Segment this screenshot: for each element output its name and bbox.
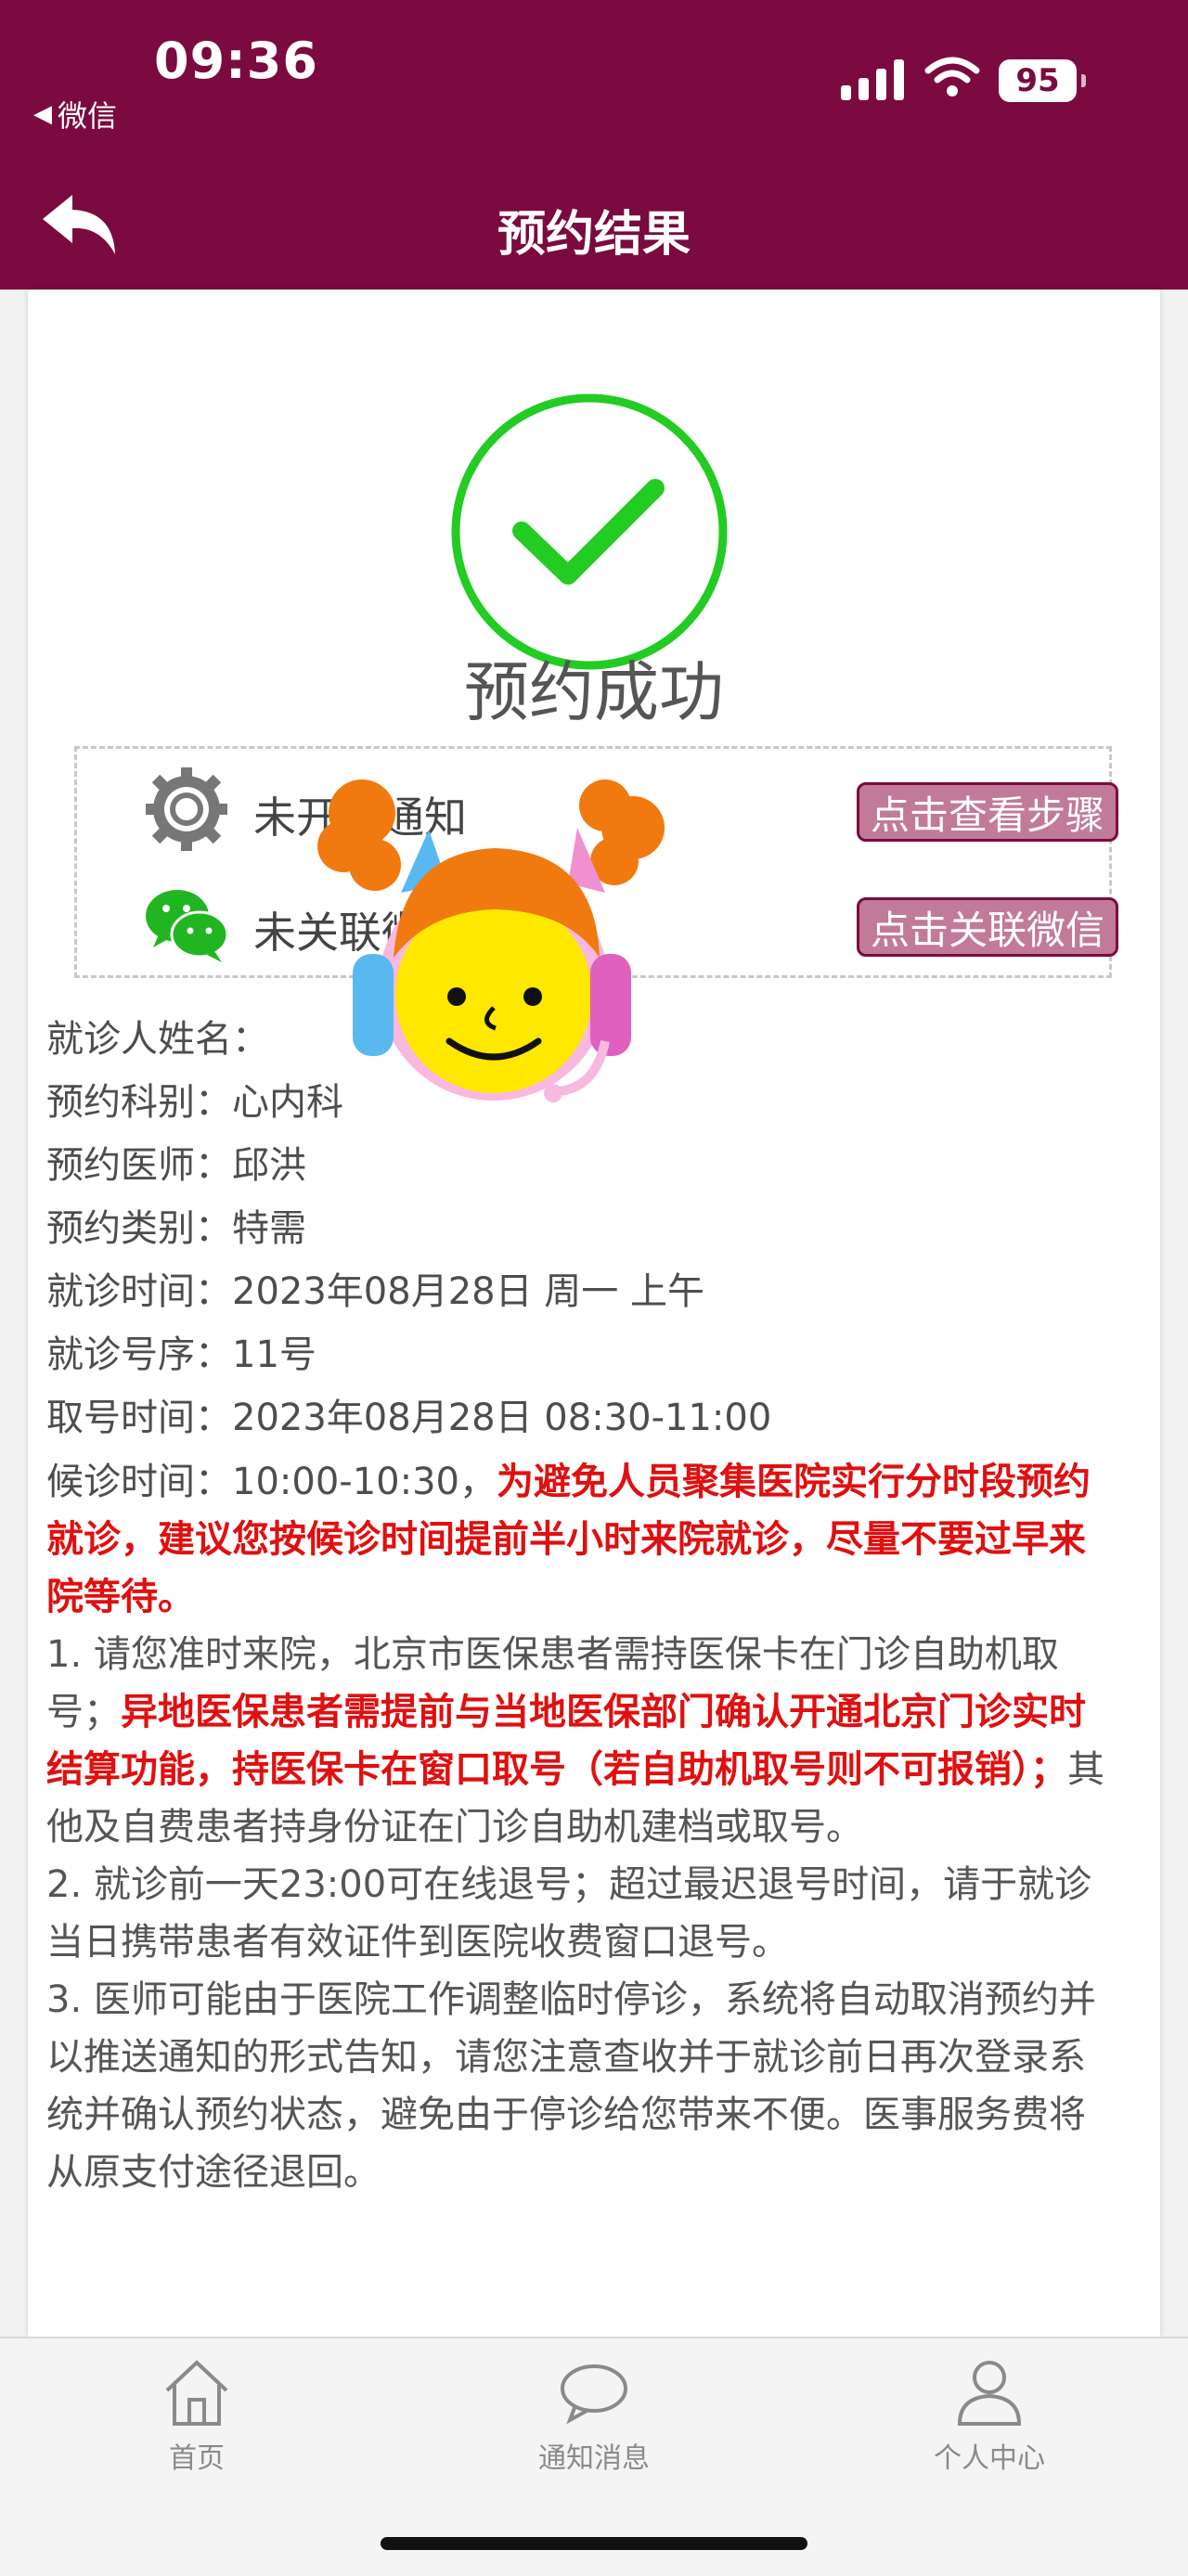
- info-value: 2023年08月28日 08:30-11:00: [232, 1397, 772, 1439]
- appointment-notes: 1. 请您准时来院，北京市医保患者需持医保卡在门诊自助机取号；异地医保患者需提前…: [46, 1626, 1104, 2201]
- gear-icon: [146, 767, 227, 851]
- home-icon: [165, 2360, 228, 2426]
- info-row-doctor: 预约医师：邱洪: [46, 1134, 1104, 1197]
- tab-messages[interactable]: 通知消息: [483, 2357, 705, 2476]
- info-value: 特需: [232, 1207, 306, 1250]
- info-row-wait-time: 候诊时间：10:00-10:30，为避免人员聚集医院实行分时段预约就诊，建议您按…: [46, 1449, 1104, 1626]
- info-label: 预约医师：: [46, 1144, 232, 1187]
- info-label: 候诊时间：: [46, 1461, 232, 1503]
- success-title: 预约成功: [464, 654, 724, 730]
- battery-indicator: 95: [999, 59, 1086, 102]
- info-label: 就诊号序：: [46, 1333, 232, 1376]
- cellular-signal-icon: [841, 59, 904, 100]
- success-check-icon: [451, 393, 728, 670]
- mascot-sticker-icon: [317, 779, 665, 1102]
- info-value: 邱洪: [232, 1144, 306, 1187]
- info-row-visit-time: 就诊时间：2023年08月28日 周一 上午: [46, 1260, 1104, 1323]
- note-item-3: 3. 医师可能由于医院工作调整临时停诊，系统将自动取消预约并以推送通知的形式告知…: [46, 1978, 1096, 2194]
- info-label: 就诊时间：: [46, 1270, 232, 1313]
- home-indicator: [381, 2537, 807, 2550]
- info-value: 10:00-10:30，: [232, 1461, 497, 1503]
- user-icon: [957, 2361, 1022, 2426]
- view-steps-button[interactable]: 点击查看步骤: [857, 782, 1118, 842]
- wechat-icon: [146, 890, 229, 962]
- info-label: 取号时间：: [46, 1397, 232, 1439]
- info-label: 预约类别：: [46, 1207, 232, 1250]
- note-item-1: 1. 请您准时来院，北京市医保患者需持医保卡在门诊自助机取号；异地医保患者需提前…: [46, 1626, 1104, 1856]
- link-wechat-button[interactable]: 点击关联微信: [857, 897, 1118, 957]
- info-row-ticket-time: 取号时间：2023年08月28日 08:30-11:00: [46, 1386, 1104, 1449]
- tab-messages-label: 通知消息: [538, 2442, 650, 2475]
- return-app-label: 微信: [58, 98, 118, 134]
- app-header: 09:36 ◀ 微信 95 预约结果: [0, 0, 1188, 290]
- info-row-category: 预约类别：特需: [46, 1197, 1104, 1260]
- info-row-queue-number: 就诊号序：11号: [46, 1323, 1104, 1386]
- tab-profile-label: 个人中心: [934, 2442, 1045, 2475]
- note-warning-text: 异地医保患者需提前与当地医保部门确认开通北京门诊实时结算功能，持医保卡在窗口取号…: [46, 1691, 1086, 1791]
- back-triangle-icon: ◀: [33, 100, 52, 128]
- tab-profile[interactable]: 个人中心: [878, 2357, 1101, 2476]
- message-icon: [561, 2364, 627, 2425]
- tab-home-label: 首页: [169, 2442, 225, 2475]
- info-label: 就诊人姓名：: [46, 1018, 269, 1061]
- return-to-app-link[interactable]: ◀ 微信: [33, 93, 117, 135]
- wifi-icon: [924, 57, 980, 97]
- note-item-2: 2. 就诊前一天23:00可在线退号；超过最迟退号时间，请于就诊当日携带患者有效…: [46, 1863, 1092, 1964]
- info-value: 11号: [232, 1333, 316, 1376]
- tab-home[interactable]: 首页: [85, 2357, 308, 2476]
- page-title: 预约结果: [497, 207, 691, 263]
- info-value: 2023年08月28日 周一 上午: [232, 1270, 705, 1313]
- info-label: 预约科别：: [46, 1081, 232, 1124]
- status-time: 09:36: [154, 32, 318, 90]
